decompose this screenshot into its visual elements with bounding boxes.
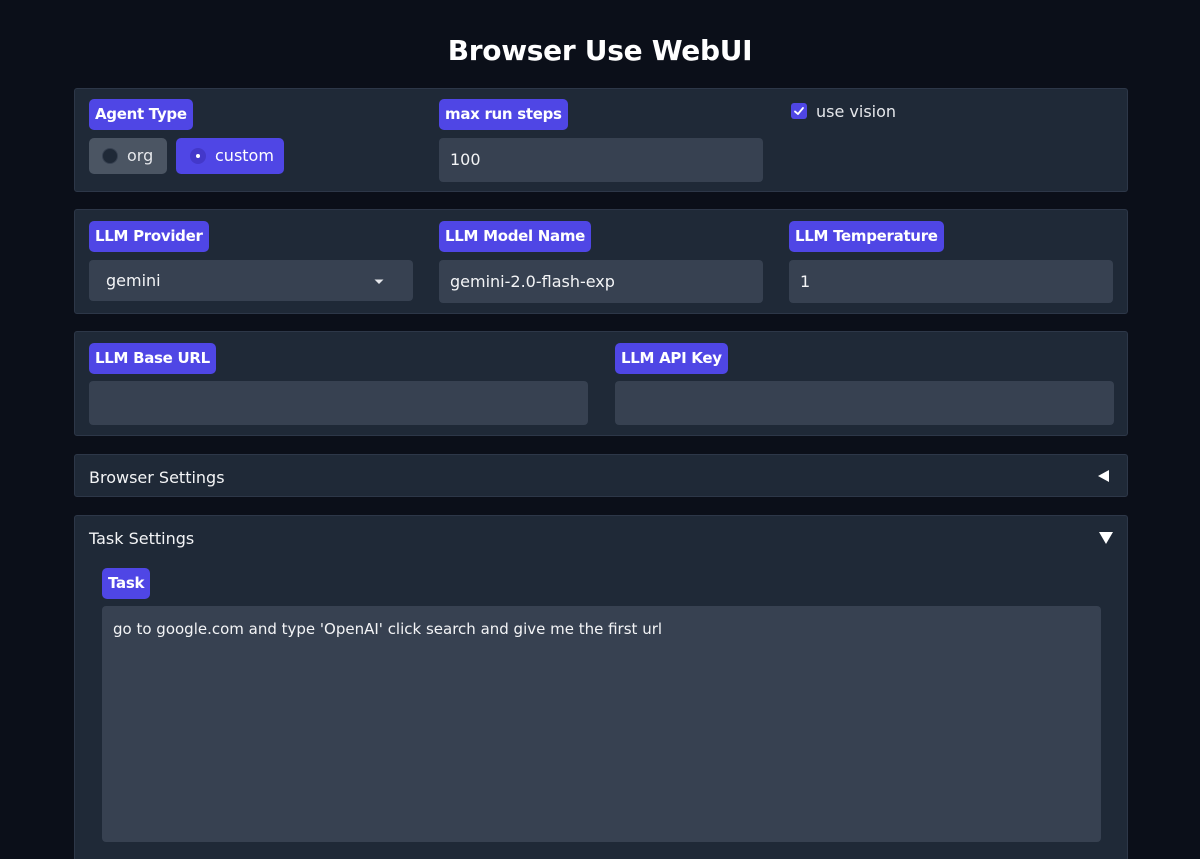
task-settings-title[interactable]: Task Settings	[89, 529, 194, 548]
triangle-left-icon	[1098, 470, 1109, 482]
radio-unchecked-icon	[102, 148, 118, 164]
llm-provider-label: LLM Provider	[89, 221, 209, 252]
llm-settings-panel: LLM Provider gemini LLM Model Name gemin…	[74, 209, 1128, 314]
task-textarea-value: go to google.com and type 'OpenAI' click…	[113, 620, 663, 638]
llm-provider-value: gemini	[106, 270, 161, 290]
agent-type-option-org[interactable]: org	[89, 138, 167, 174]
llm-connection-panel: LLM Base URL LLM API Key	[74, 331, 1128, 436]
use-vision-checkbox[interactable]	[791, 103, 807, 119]
browser-settings-title: Browser Settings	[89, 468, 225, 487]
triangle-down-icon[interactable]	[1098, 531, 1114, 545]
use-vision-label: use vision	[816, 102, 897, 121]
radio-checked-icon	[190, 148, 206, 164]
checkmark-icon	[794, 107, 804, 115]
page: Browser Use WebUI Agent Type org custom …	[0, 0, 1200, 859]
max-run-steps-input[interactable]: 100	[439, 138, 763, 182]
llm-model-name-input[interactable]: gemini-2.0-flash-exp	[439, 260, 763, 303]
agent-type-label: Agent Type	[89, 99, 193, 130]
llm-base-url-label: LLM Base URL	[89, 343, 216, 374]
llm-temperature-input[interactable]: 1	[789, 260, 1113, 303]
task-label: Task	[102, 568, 151, 599]
max-run-steps-value: 100	[450, 150, 481, 169]
llm-model-name-label: LLM Model Name	[439, 221, 592, 252]
page-title: Browser Use WebUI	[447, 34, 753, 67]
browser-settings-accordion[interactable]: Browser Settings	[74, 454, 1128, 497]
llm-api-key-input[interactable]	[615, 381, 1114, 425]
agent-type-option-custom[interactable]: custom	[176, 138, 284, 174]
llm-model-name-value: gemini-2.0-flash-exp	[450, 271, 615, 291]
task-textarea[interactable]: go to google.com and type 'OpenAI' click…	[102, 606, 1101, 842]
max-run-steps-label: max run steps	[439, 99, 568, 130]
agent-settings-panel: Agent Type org custom max run steps 100 …	[74, 88, 1128, 192]
agent-type-option-custom-label: custom	[215, 146, 274, 165]
task-settings-accordion: Task Settings Task go to google.com and …	[74, 515, 1128, 859]
llm-base-url-input[interactable]	[89, 381, 588, 425]
llm-provider-dropdown[interactable]: gemini	[89, 260, 413, 301]
llm-temperature-value: 1	[800, 271, 811, 291]
chevron-down-icon	[374, 279, 384, 284]
llm-api-key-label: LLM API Key	[615, 343, 728, 374]
agent-type-option-org-label: org	[127, 146, 154, 165]
llm-temperature-label: LLM Temperature	[789, 221, 944, 252]
